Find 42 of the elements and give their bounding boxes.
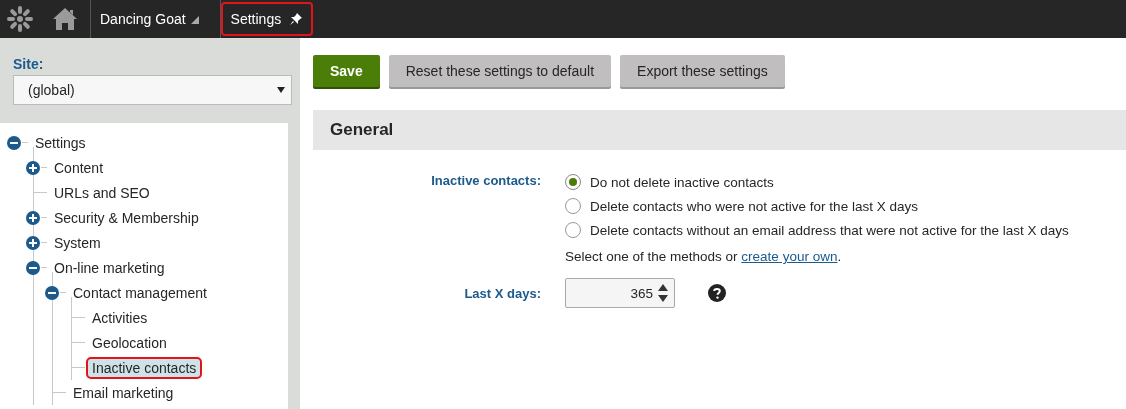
collapse-icon[interactable] — [44, 284, 60, 301]
app-tab[interactable]: Settings — [220, 2, 314, 36]
tree-item[interactable]: Geolocation — [86, 331, 173, 354]
tree-item[interactable]: URLs and SEO — [48, 181, 156, 204]
tree-item[interactable]: System — [48, 231, 107, 254]
site-select[interactable]: (global) — [13, 75, 292, 105]
field-label: Inactive contacts: — [431, 173, 541, 188]
home-icon[interactable] — [52, 7, 78, 31]
site-menu[interactable]: Dancing Goat — [91, 11, 208, 27]
action-button[interactable]: Export these settings — [620, 55, 785, 87]
option-label[interactable]: Delete contacts who were not active for the last X days — [590, 198, 918, 214]
field-label: Last X days: — [464, 286, 541, 301]
collapse-icon[interactable] — [25, 259, 41, 276]
tree-item[interactable]: Security & Membership — [48, 206, 205, 229]
tree-item[interactable]: Email marketing — [67, 381, 180, 404]
section-title: General — [330, 120, 394, 140]
collapse-icon[interactable] — [6, 134, 22, 151]
expand-icon[interactable] — [25, 209, 41, 226]
hint-text: Select one of the methods or create your own. — [565, 249, 843, 264]
site-label: Site: — [13, 56, 45, 72]
option-label[interactable]: Delete contacts without an email address that were not active for the last X days — [590, 222, 1069, 238]
radio-button[interactable] — [565, 198, 581, 214]
dropdown-arrow-icon — [277, 87, 285, 93]
action-button[interactable]: Reset these settings to default — [388, 55, 612, 87]
radio-button[interactable] — [565, 222, 581, 238]
save-button[interactable]: Save — [313, 55, 380, 87]
help-icon[interactable] — [708, 284, 726, 302]
expand-icon[interactable] — [25, 234, 41, 251]
pin-icon[interactable] — [289, 12, 304, 26]
spinner-arrows-icon[interactable] — [657, 283, 669, 303]
radio-button[interactable] — [565, 174, 581, 190]
option-label[interactable]: Do not delete inactive contacts — [590, 174, 774, 190]
tree-item[interactable]: Contact management — [67, 281, 213, 304]
tree-item[interactable]: On-line marketing — [48, 256, 171, 279]
tree-item[interactable]: Settings — [29, 131, 92, 154]
number-field[interactable]: 365 — [565, 278, 675, 308]
tree-item[interactable]: Activities — [86, 306, 154, 329]
expand-icon[interactable] — [25, 159, 41, 176]
tree-item[interactable]: Inactive contacts — [86, 356, 203, 379]
tree-item[interactable]: Content — [48, 156, 110, 179]
caret-icon — [190, 16, 199, 24]
asterisk-logo-icon[interactable] — [5, 4, 35, 34]
